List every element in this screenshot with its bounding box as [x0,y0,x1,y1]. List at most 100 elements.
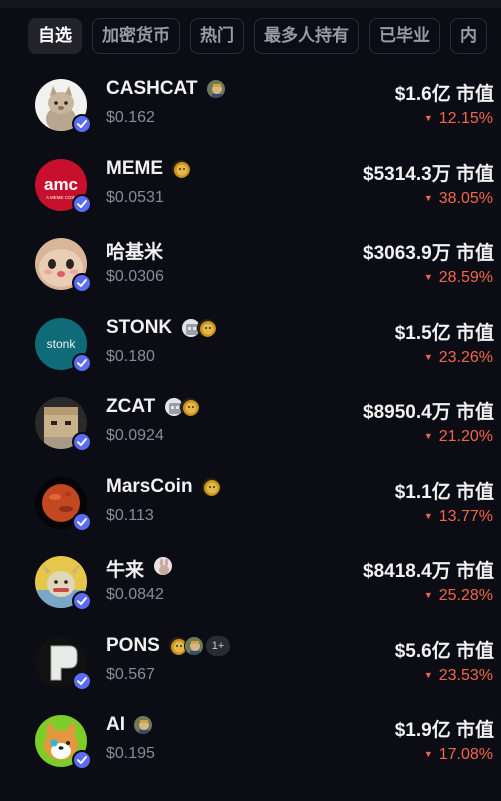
trader-badge-icon [133,715,153,735]
tab-1[interactable]: 加密货币 [92,18,180,54]
token-list: CASHCAT $0.162 $1.6亿 市值 ▼ 12.15% amc A MEME CO… [0,77,501,793]
doge-badge-icon [180,397,200,417]
category-tabs: 自选 加密货币 热门 最多人持有 已毕业内 [28,18,487,54]
more-holders-count: 1+ [206,635,230,656]
down-arrow-icon: ▼ [423,749,433,759]
price-change: ▼ 38.05% [424,190,493,208]
doge-badge-icon [171,158,191,179]
market-cap: $1.9亿 市值 [394,720,494,741]
holder-badges [206,78,226,100]
token-name: PONS [106,634,160,656]
holder-badges [164,396,200,418]
svg-text:amc: amc [44,175,78,194]
price-change: ▼ 21.20% [424,428,493,446]
token-price: $0.0306 [106,268,164,285]
token-name: STONK [106,316,173,338]
token-row[interactable]: stonk STONK $0.180 $1.5亿 市值 ▼ 23.26% [0,316,501,396]
tab-0[interactable]: 自选 [28,18,82,54]
token-row[interactable]: ZCAT $0.0924 $8950.4万 市值 ▼ 21.20% [0,395,501,475]
trader-badge-icon [206,79,226,99]
down-arrow-icon: ▼ [423,590,433,600]
market-cap: $5.6亿 市值 [394,640,494,662]
token-row[interactable]: amc A MEME COIN MEME $0.0531 $5314.3万 市值 ▼ 38.… [0,157,501,237]
tab-5[interactable]: 内 [450,18,487,54]
down-arrow-icon: ▼ [423,351,433,362]
market-cap: $1.6亿 市值 [394,84,494,105]
holder-badges [181,317,217,339]
down-arrow-icon: ▼ [423,431,433,441]
tab-4[interactable]: 已毕业 [369,18,440,54]
token-row[interactable]: MarsCoin $0.113 $1.1亿 市值 ▼ 13.77% [0,475,501,555]
price-change: ▼ 23.53% [424,667,493,685]
market-cap: $5314.3万 市值 [363,163,494,185]
trader-badge-icon [184,635,204,656]
down-arrow-icon: ▼ [423,113,433,123]
price-change-value: 13.77% [438,507,493,525]
market-cap: $8950.4万 市值 [363,402,494,423]
verified-check-icon [72,750,92,770]
price-change-value: 38.05% [438,189,493,207]
doge-badge-icon [197,317,217,338]
market-cap: $1.1亿 市值 [394,481,494,503]
price-change: ▼ 13.77% [424,508,493,526]
holder-badges [201,476,221,498]
market-cap: $1.5亿 市值 [394,322,494,344]
token-price: $0.162 [106,109,155,126]
token-name: AI [106,714,125,735]
token-price: $0.567 [106,665,155,683]
price-change: ▼ 12.15% [424,110,493,128]
token-price: $0.0924 [106,427,164,444]
price-change-value: 25.28% [438,587,493,604]
verified-check-icon [72,114,92,134]
down-arrow-icon: ▼ [423,272,433,282]
down-arrow-icon: ▼ [423,192,433,203]
rabbit-badge-icon [153,556,173,576]
token-price: $0.180 [106,347,155,365]
verified-check-icon [72,352,92,373]
price-change: ▼ 17.08% [424,746,493,764]
price-change-value: 12.15% [438,110,493,127]
verified-check-icon [72,670,92,691]
token-row[interactable]: PONS 1+ $0.567 $5.6亿 市值 ▼ 23.53% [0,634,501,714]
price-change: ▼ 28.59% [424,269,493,287]
verified-check-icon [72,511,92,532]
holder-badges: 1+ [168,635,230,657]
token-price: $0.0531 [106,188,164,206]
top-divider [0,0,501,8]
verified-check-icon [72,591,92,611]
token-name: CASHCAT [106,78,198,99]
market-cap: $8418.4万 市值 [363,561,494,582]
token-price: $0.113 [106,506,154,524]
holder-badges [153,555,173,577]
price-change-value: 23.26% [438,348,493,366]
token-row[interactable]: AI $0.195 $1.9亿 市值 ▼ 17.08% [0,713,501,793]
market-cap: $3063.9万 市值 [363,243,494,264]
price-change: ▼ 23.26% [424,349,493,367]
svg-text:A MEME COIN: A MEME COIN [46,195,76,200]
verified-check-icon [72,432,92,452]
verified-check-icon [72,193,92,214]
token-name: 牛来 [106,560,145,581]
down-arrow-icon: ▼ [423,669,433,680]
verified-check-icon [72,273,92,293]
token-name: 哈基米 [106,242,164,263]
token-name: ZCAT [106,396,156,417]
price-change: ▼ 25.28% [424,587,493,605]
holder-badges [171,158,191,180]
token-name: MarsCoin [106,475,193,497]
svg-text:stonk: stonk [47,337,77,351]
token-name: MEME [106,157,163,179]
token-row[interactable]: 牛来 $0.0842 $8418.4万 市值 ▼ 25.28% [0,554,501,634]
token-row[interactable]: CASHCAT $0.162 $1.6亿 市值 ▼ 12.15% [0,77,501,157]
tab-3[interactable]: 最多人持有 [254,18,359,54]
down-arrow-icon: ▼ [423,510,433,521]
token-price: $0.0842 [106,586,164,603]
price-change-value: 17.08% [438,746,493,763]
price-change-value: 23.53% [438,666,493,684]
price-change-value: 28.59% [438,269,493,286]
tab-2[interactable]: 热门 [190,18,244,54]
doge-badge-icon [201,476,221,497]
token-row[interactable]: 哈基米 $0.0306 $3063.9万 市值 ▼ 28.59% [0,236,501,316]
token-price: $0.195 [106,745,155,762]
price-change-value: 21.20% [438,428,493,445]
